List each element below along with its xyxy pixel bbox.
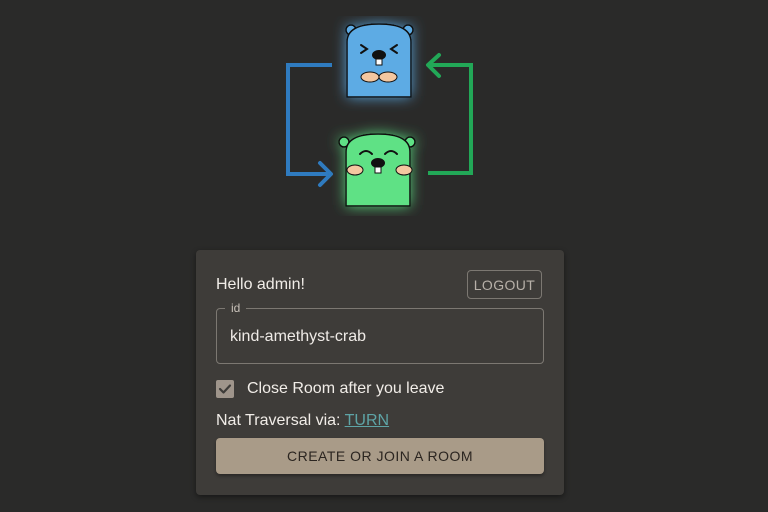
nat-traversal-prefix: Nat Traversal via:	[216, 412, 345, 429]
blue-arrow-icon	[286, 63, 333, 187]
close-room-option[interactable]: Close Room after you leave	[216, 378, 444, 400]
create-or-join-room-button[interactable]: CREATE OR JOIN A ROOM	[216, 438, 544, 474]
nat-traversal-text: Nat Traversal via: TURN	[216, 412, 389, 430]
green-arrow-icon	[426, 53, 473, 175]
greeting-text: Hello admin!	[216, 276, 305, 293]
room-card: Hello admin! LOGOUT id kind-amethyst-cra…	[196, 250, 564, 495]
id-field[interactable]: id kind-amethyst-crab	[216, 301, 544, 364]
close-room-checkbox[interactable]	[216, 380, 234, 398]
checkmark-icon	[218, 384, 232, 394]
turn-link[interactable]: TURN	[345, 412, 389, 429]
close-room-label: Close Room after you leave	[247, 380, 445, 397]
id-field-label: id	[225, 301, 247, 315]
gopher-peer-exchange-logo-icon	[286, 23, 473, 207]
logout-button[interactable]: LOGOUT	[467, 270, 542, 299]
id-field-value[interactable]: kind-amethyst-crab	[230, 328, 366, 346]
